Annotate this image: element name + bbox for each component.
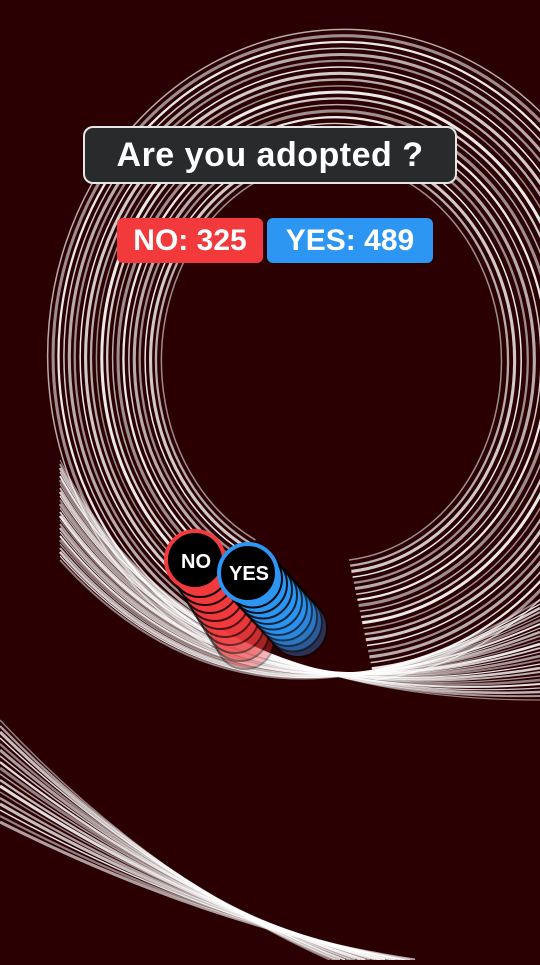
no-score-value: 325 xyxy=(196,223,247,257)
yes-ball-label: YES xyxy=(229,563,269,585)
game-stage: NO YES Are you adopted ? NO: 325 YES: 48… xyxy=(0,0,540,962)
yes-score-label: YES: xyxy=(285,223,356,257)
yes-score-value: 489 xyxy=(364,223,415,257)
no-score-label: NO: xyxy=(133,223,189,257)
yes-score-badge: YES: 489 xyxy=(267,218,433,263)
no-ball-label: NO xyxy=(181,551,211,573)
no-score-badge: NO: 325 xyxy=(117,218,263,263)
question-text: Are you adopted ? xyxy=(116,135,424,174)
question-banner: Are you adopted ? xyxy=(83,126,457,184)
no-ball: NO xyxy=(164,529,226,591)
yes-ball: YES xyxy=(217,542,279,604)
